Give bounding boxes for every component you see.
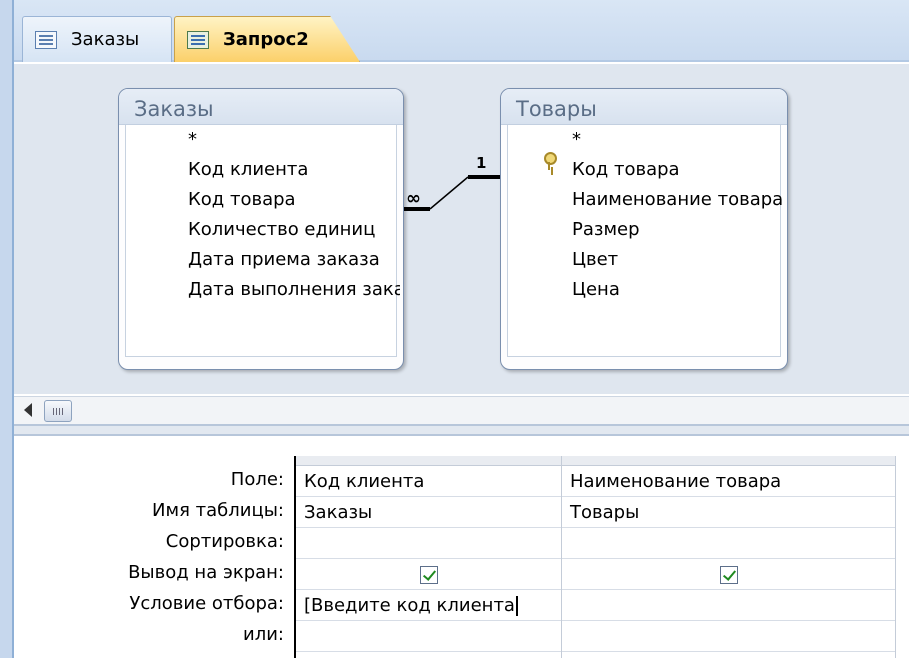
tab-orders[interactable]: Заказы (22, 16, 172, 62)
scrollbar-thumb[interactable] (44, 400, 72, 422)
row-label-or: или: (243, 624, 284, 645)
text-cursor (515, 596, 518, 616)
key-icon (542, 152, 557, 170)
table-box-orders[interactable]: Заказы * Код клиента Код товара Количест… (118, 88, 404, 370)
field-item[interactable]: * (188, 125, 400, 155)
column-selector[interactable] (562, 456, 895, 466)
or-cell[interactable] (562, 621, 895, 652)
field-item[interactable]: Цена (572, 275, 787, 305)
table-icon (35, 30, 57, 49)
field-cell[interactable]: Код клиента (296, 466, 561, 497)
criteria-text: [Введите код клиента (304, 595, 515, 616)
table-box-orders-title[interactable]: Заказы (119, 89, 403, 125)
table-cell[interactable]: Заказы (296, 497, 561, 528)
field-item[interactable]: Количество единиц (188, 215, 400, 245)
app-frame-edge (0, 0, 14, 658)
grid-row-labels: Поле: Имя таблицы: Сортировка: Вывод на … (14, 464, 292, 650)
query-design-grid: Код клиента Заказы [Введите код клиента … (294, 456, 909, 658)
field-item[interactable]: Код товара (188, 185, 400, 215)
query-design-pane[interactable]: ∞ 1 Заказы * Код клиента Код товара Коли… (14, 64, 909, 394)
row-label-field: Поле: (230, 469, 284, 490)
show-cell[interactable] (296, 559, 561, 590)
design-pane-scrollbar[interactable] (14, 396, 909, 424)
tab-orders-label: Заказы (71, 29, 140, 50)
sort-cell[interactable] (562, 528, 895, 559)
field-item[interactable]: Код товара (572, 155, 787, 185)
criteria-cell[interactable] (562, 590, 895, 621)
relation-many-symbol: ∞ (406, 188, 421, 209)
field-item[interactable]: Дата приема заказа (188, 245, 400, 275)
relation-one-symbol: 1 (476, 154, 487, 172)
pane-splitter[interactable] (14, 424, 909, 436)
criteria-cell[interactable]: [Введите код клиента (296, 590, 561, 621)
table-box-orders-field-list[interactable]: * Код клиента Код товара Количество един… (125, 125, 400, 357)
field-item[interactable]: Дата выполнения заказа (188, 275, 400, 305)
table-box-goods-field-list[interactable]: * Код товара Наименование товара Размер … (507, 125, 783, 357)
row-label-show: Вывод на экран: (128, 562, 284, 583)
table-cell[interactable]: Товары (562, 497, 895, 528)
row-label-sort: Сортировка: (165, 531, 284, 552)
table-box-goods-title[interactable]: Товары (501, 89, 787, 125)
field-item[interactable]: * (572, 125, 787, 155)
query-icon (187, 30, 209, 49)
field-item[interactable]: Размер (572, 215, 787, 245)
grid-column: Наименование товара Товары (562, 456, 896, 658)
row-label-table: Имя таблицы: (152, 500, 284, 521)
show-checkbox[interactable] (719, 566, 738, 584)
field-item[interactable]: Код клиента (188, 155, 400, 185)
grid-column: Код клиента Заказы [Введите код клиента (296, 456, 562, 658)
field-cell[interactable]: Наименование товара (562, 466, 895, 497)
row-label-criteria: Условие отбора: (129, 593, 284, 614)
tab-query2[interactable]: Запрос2 (174, 16, 360, 62)
field-item[interactable]: Цвет (572, 245, 787, 275)
scroll-left-arrow-icon[interactable] (24, 403, 32, 417)
show-cell[interactable] (562, 559, 895, 590)
table-box-goods[interactable]: Товары * Код товара Наименование товара … (500, 88, 788, 370)
document-tab-strip: Заказы Запрос2 (14, 0, 909, 62)
query-grid-pane: Поле: Имя таблицы: Сортировка: Вывод на … (14, 436, 909, 658)
field-item[interactable]: Наименование товара (572, 185, 787, 215)
show-checkbox[interactable] (419, 566, 438, 584)
or-cell[interactable] (296, 621, 561, 652)
column-selector[interactable] (296, 456, 561, 466)
tab-query2-label: Запрос2 (223, 29, 309, 50)
sort-cell[interactable] (296, 528, 561, 559)
